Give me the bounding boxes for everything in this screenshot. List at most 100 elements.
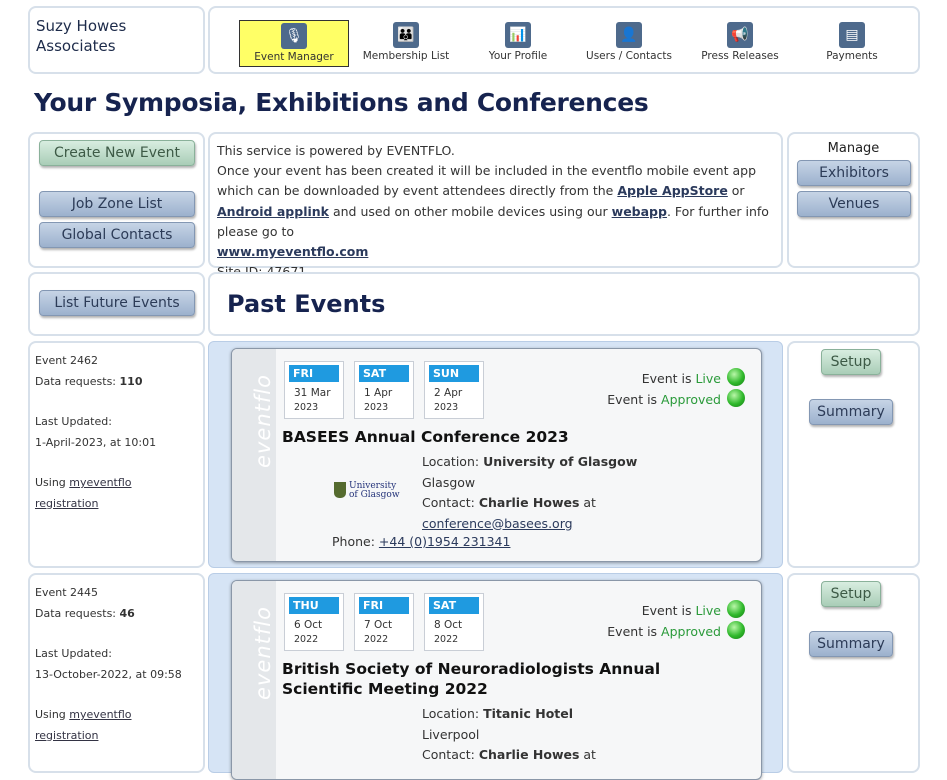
nav-payments[interactable]: ▤ Payments [814,20,890,67]
data-requests-count: 46 [119,606,135,620]
status-label: Event is [607,392,662,407]
day-name: SUN [429,365,479,382]
day-tile: FRI 31 Mar 2023 [284,361,344,419]
day-tile: SAT 1 Apr 2023 [354,361,414,419]
registration-link[interactable]: registration [35,497,98,510]
list-future-events-button[interactable]: List Future Events [39,290,195,316]
setup-button[interactable]: Setup [821,349,881,375]
past-events-heading: Past Events [227,290,386,318]
status-live: Event is Live [642,603,721,618]
event-location: Location: Titanic Hotel [422,704,596,725]
day-tile: SUN 2 Apr 2023 [424,361,484,419]
nav-membership-list[interactable]: 👪 Membership List [360,20,452,67]
contact-email-link[interactable]: conference@basees.org [422,516,573,531]
event-location: Location: University of Glasgow [422,452,637,473]
data-requests: Data requests: 46 [35,604,198,625]
nav-your-profile[interactable]: 📊 Your Profile [476,20,560,67]
last-updated-value: 13-October-2022, at 09:58 [35,667,182,681]
last-updated-label: Last Updated: [35,415,112,428]
using-label: Using [35,708,70,721]
event-id: Event 2462 [35,354,99,367]
page-title: Your Symposia, Exhibitions and Conferenc… [34,88,649,117]
location-label: Location: [422,454,484,469]
appstore-link[interactable]: Apple AppStore [617,183,727,198]
nav-event-manager[interactable]: 🎙 Event Manager [239,20,349,67]
eventflo-strip: eventflo [232,581,276,779]
venue-logo: University of Glasgow [334,482,400,500]
status-value: Approved [661,624,721,639]
using-registration: Using myeventflo [35,705,198,726]
site-link[interactable]: www.myeventflo.com [217,244,368,259]
webapp-link[interactable]: webapp [612,204,667,219]
event-card[interactable]: eventflo THU 6 Oct 2022 FRI 7 Oct 2022 SAT 8 … [231,580,762,780]
venues-button[interactable]: Venues [797,191,911,217]
summary-button[interactable]: Summary [809,399,893,425]
manage-panel: Manage Exhibitors Venues [787,132,920,268]
contact-name: Charlie Howes [478,495,580,510]
day-date: 31 Mar [294,387,331,399]
job-zone-button[interactable]: Job Zone List [39,191,195,217]
using-label: Using [35,476,70,489]
company-name: Suzy Howes Associates [36,17,127,55]
contact-at: at [579,747,596,762]
event-card[interactable]: eventflo FRI 31 Mar 2023 SAT 1 Apr 2023 SUN 2… [231,348,762,562]
location-label: Location: [422,706,484,721]
info-text: Once your event has been created it will… [217,161,774,242]
registration-link[interactable]: registration [35,729,98,742]
megaphone-icon: 📢 [727,22,753,48]
day-name: SAT [429,597,479,614]
approved-indicator-icon [727,621,745,639]
android-link[interactable]: Android applink [217,204,329,219]
nav-label: Membership List [362,50,450,62]
day-year: 2023 [434,402,459,413]
event-id: Event 2445 [35,586,99,599]
event-card-frame: eventflo THU 6 Oct 2022 FRI 7 Oct 2022 SAT 8 … [208,573,783,780]
logo-text: of Glasgow [349,490,400,500]
event-meta: Event 2445 Data requests: 46 Last Update… [28,573,205,773]
day-tile: SAT 8 Oct 2022 [424,593,484,651]
day-date: 2 Apr [434,387,463,399]
status-label: Event is [641,603,696,618]
data-requests-count: 110 [119,374,143,388]
contact-label: Contact: [422,495,479,510]
status-label: Event is [607,624,662,639]
day-year: 2022 [434,634,459,645]
status-value: Live [695,603,721,618]
data-requests-label: Data requests: [35,374,120,388]
contact-at: at [579,495,596,510]
event-actions: Setup Summary [787,341,920,568]
day-name: THU [289,597,339,614]
event-city: Glasgow [422,474,476,490]
day-date: 6 Oct [294,619,323,631]
status-value: Live [695,371,721,386]
summary-button[interactable]: Summary [809,631,893,657]
status-approved: Event is Approved [607,392,721,407]
contact-name: Charlie Howes [478,747,580,762]
status-label: Event is [641,371,696,386]
event-card-frame: eventflo FRI 31 Mar 2023 SAT 1 Apr 2023 SUN 2… [208,341,783,568]
user-icon: 👤 [616,22,642,48]
phone-link[interactable]: +44 (0)1954 231341 [379,534,511,549]
phone-label: Phone: [332,534,379,549]
global-contacts-button[interactable]: Global Contacts [39,222,195,248]
create-event-button[interactable]: Create New Event [39,140,195,166]
nav-users-contacts[interactable]: 👤 Users / Contacts [582,20,676,67]
exhibitors-button[interactable]: Exhibitors [797,160,911,186]
approved-indicator-icon [727,389,745,407]
day-year: 2022 [364,634,389,645]
registration-link[interactable]: myeventflo [69,476,131,489]
nav-press-releases[interactable]: 📢 Press Releases [698,20,782,67]
event-contact: Contact: Charlie Howes at [422,493,637,514]
event-actions: Setup Summary [787,573,920,773]
event-details: Location: Titanic Hotel Liverpool Contac… [422,704,596,766]
nav-label: Your Profile [488,50,548,62]
setup-button[interactable]: Setup [821,581,881,607]
nav-label: Payments [826,50,878,62]
day-name: FRI [359,597,409,614]
event-details: Location: University of Glasgow Glasgow … [422,452,637,534]
powered-by-text: This service is powered by EVENTFLO. [217,143,455,158]
day-year: 2023 [364,402,389,413]
event-name: British Society of Neuroradiologists Ann… [282,660,661,698]
registration-link[interactable]: myeventflo [69,708,131,721]
group-icon: 👪 [393,22,419,48]
